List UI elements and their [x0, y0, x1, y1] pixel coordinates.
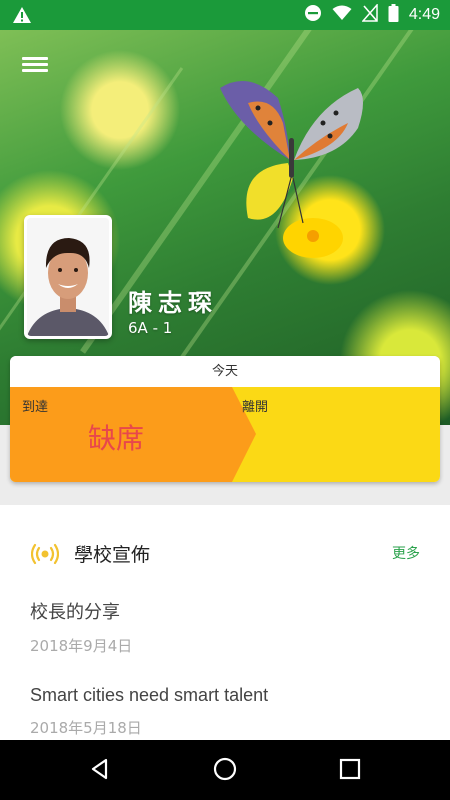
hamburger-icon-line	[22, 69, 48, 72]
status-bar: 4:49	[0, 0, 450, 30]
back-button[interactable]	[88, 757, 112, 785]
broadcast-icon	[30, 543, 60, 569]
departure-label: 離開	[242, 400, 269, 415]
announcements-title: 學校宣佈	[74, 544, 151, 566]
warning-icon	[12, 6, 32, 28]
announcement-item[interactable]: 校長的分享 2018年9月4日	[30, 598, 132, 656]
announcement-date: 2018年9月4日	[30, 637, 133, 655]
status-time: 4:49	[408, 6, 440, 23]
attendance-band: 到達 缺席 離開	[10, 387, 440, 482]
butterfly-image	[218, 68, 370, 262]
attendance-card[interactable]: 今天 到達 缺席 離開	[10, 356, 440, 482]
hamburger-icon-line	[22, 63, 48, 66]
student-photo	[27, 218, 109, 336]
navigation-bar	[0, 740, 450, 800]
battery-icon	[388, 4, 399, 26]
hamburger-icon	[22, 57, 48, 60]
home-button[interactable]	[213, 757, 237, 785]
arrival-label: 到達	[22, 400, 49, 415]
student-name: 陳志琛	[128, 289, 218, 317]
do-not-disturb-icon	[304, 4, 322, 26]
announcements-card: 學校宣佈 更多 校長的分享 2018年9月4日 Smart cities nee…	[0, 505, 450, 745]
attendance-status: 缺席	[88, 422, 145, 455]
recents-button[interactable]	[338, 757, 362, 785]
attendance-date-header: 今天	[10, 356, 440, 387]
more-link[interactable]: 更多	[392, 543, 420, 563]
home-circle-icon	[213, 757, 237, 781]
menu-button[interactable]	[22, 54, 48, 76]
announcement-title: Smart cities need smart talent	[30, 685, 269, 705]
student-avatar[interactable]	[24, 215, 112, 339]
announcement-date: 2018年5月18日	[30, 719, 142, 737]
announcement-item[interactable]: Smart cities need smart talent 2018年5月18…	[30, 685, 268, 738]
wifi-icon	[332, 5, 352, 25]
no-signal-icon	[361, 3, 378, 26]
student-class: 6A - 1	[128, 319, 173, 337]
recents-square-icon	[339, 758, 361, 780]
announcement-title: 校長的分享	[30, 602, 120, 622]
back-triangle-icon	[91, 758, 108, 780]
